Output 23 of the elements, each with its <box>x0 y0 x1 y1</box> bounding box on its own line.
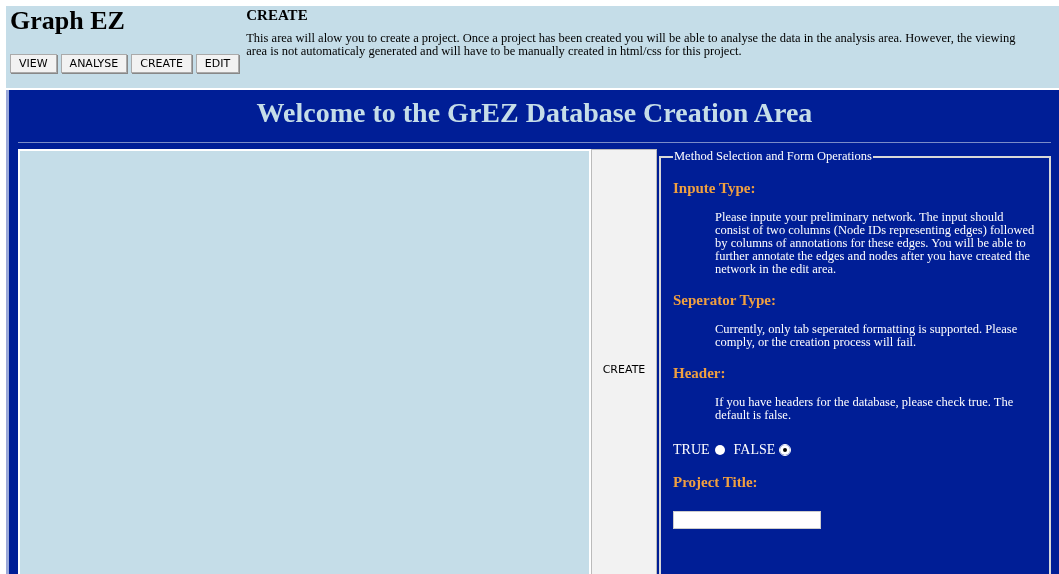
help-text: If you have headers for the database, please check true. The default is false. <box>715 396 1015 422</box>
description-text: This area will alow you to create a project. Once a project has been created you will be able to analyse the data in the analysis area. However, the viewing area is not automaticaly generated and will have to be manually created in html/css for this project. <box>246 32 1017 58</box>
page-title: Welcome to the GrEZ Database Creation Area <box>255 96 814 130</box>
data-input-area[interactable] <box>18 149 591 574</box>
section-heading: Project Title: <box>673 474 759 491</box>
section-heading: Header: <box>673 365 727 382</box>
radio-button[interactable] <box>780 445 791 455</box>
radio-label: TRUE <box>673 442 710 458</box>
help-text: Currently, only tab seperated formatting is supported. Please comply, or the creation process will fail. <box>715 323 1019 349</box>
create-button[interactable]: CREATE <box>591 149 657 574</box>
title-input-field[interactable] <box>673 511 821 529</box>
section-heading: Seperator Type: <box>673 292 777 309</box>
nav-button[interactable]: CREATE <box>131 54 192 73</box>
nav-button[interactable]: ANALYSE <box>60 54 128 73</box>
panel-legend: Method Selection and Form Operations <box>673 149 873 164</box>
radio-label: FALSE <box>733 442 776 458</box>
section-heading: CREATE <box>246 7 309 24</box>
help-text: Please inpute your preliminary network. The input should consist of two columns (Node IDs representing edges) followed by columns of annotations for these edges. You will be able to further annotate the edges and nodes after you have created the network in the edit area. <box>715 211 1036 276</box>
radio-button[interactable] <box>714 445 725 455</box>
app-title: Graph EZ <box>10 6 126 36</box>
nav-button[interactable]: VIEW <box>10 54 57 73</box>
section-heading: Inpute Type: <box>673 180 757 197</box>
nav-button[interactable]: EDIT <box>195 54 240 73</box>
